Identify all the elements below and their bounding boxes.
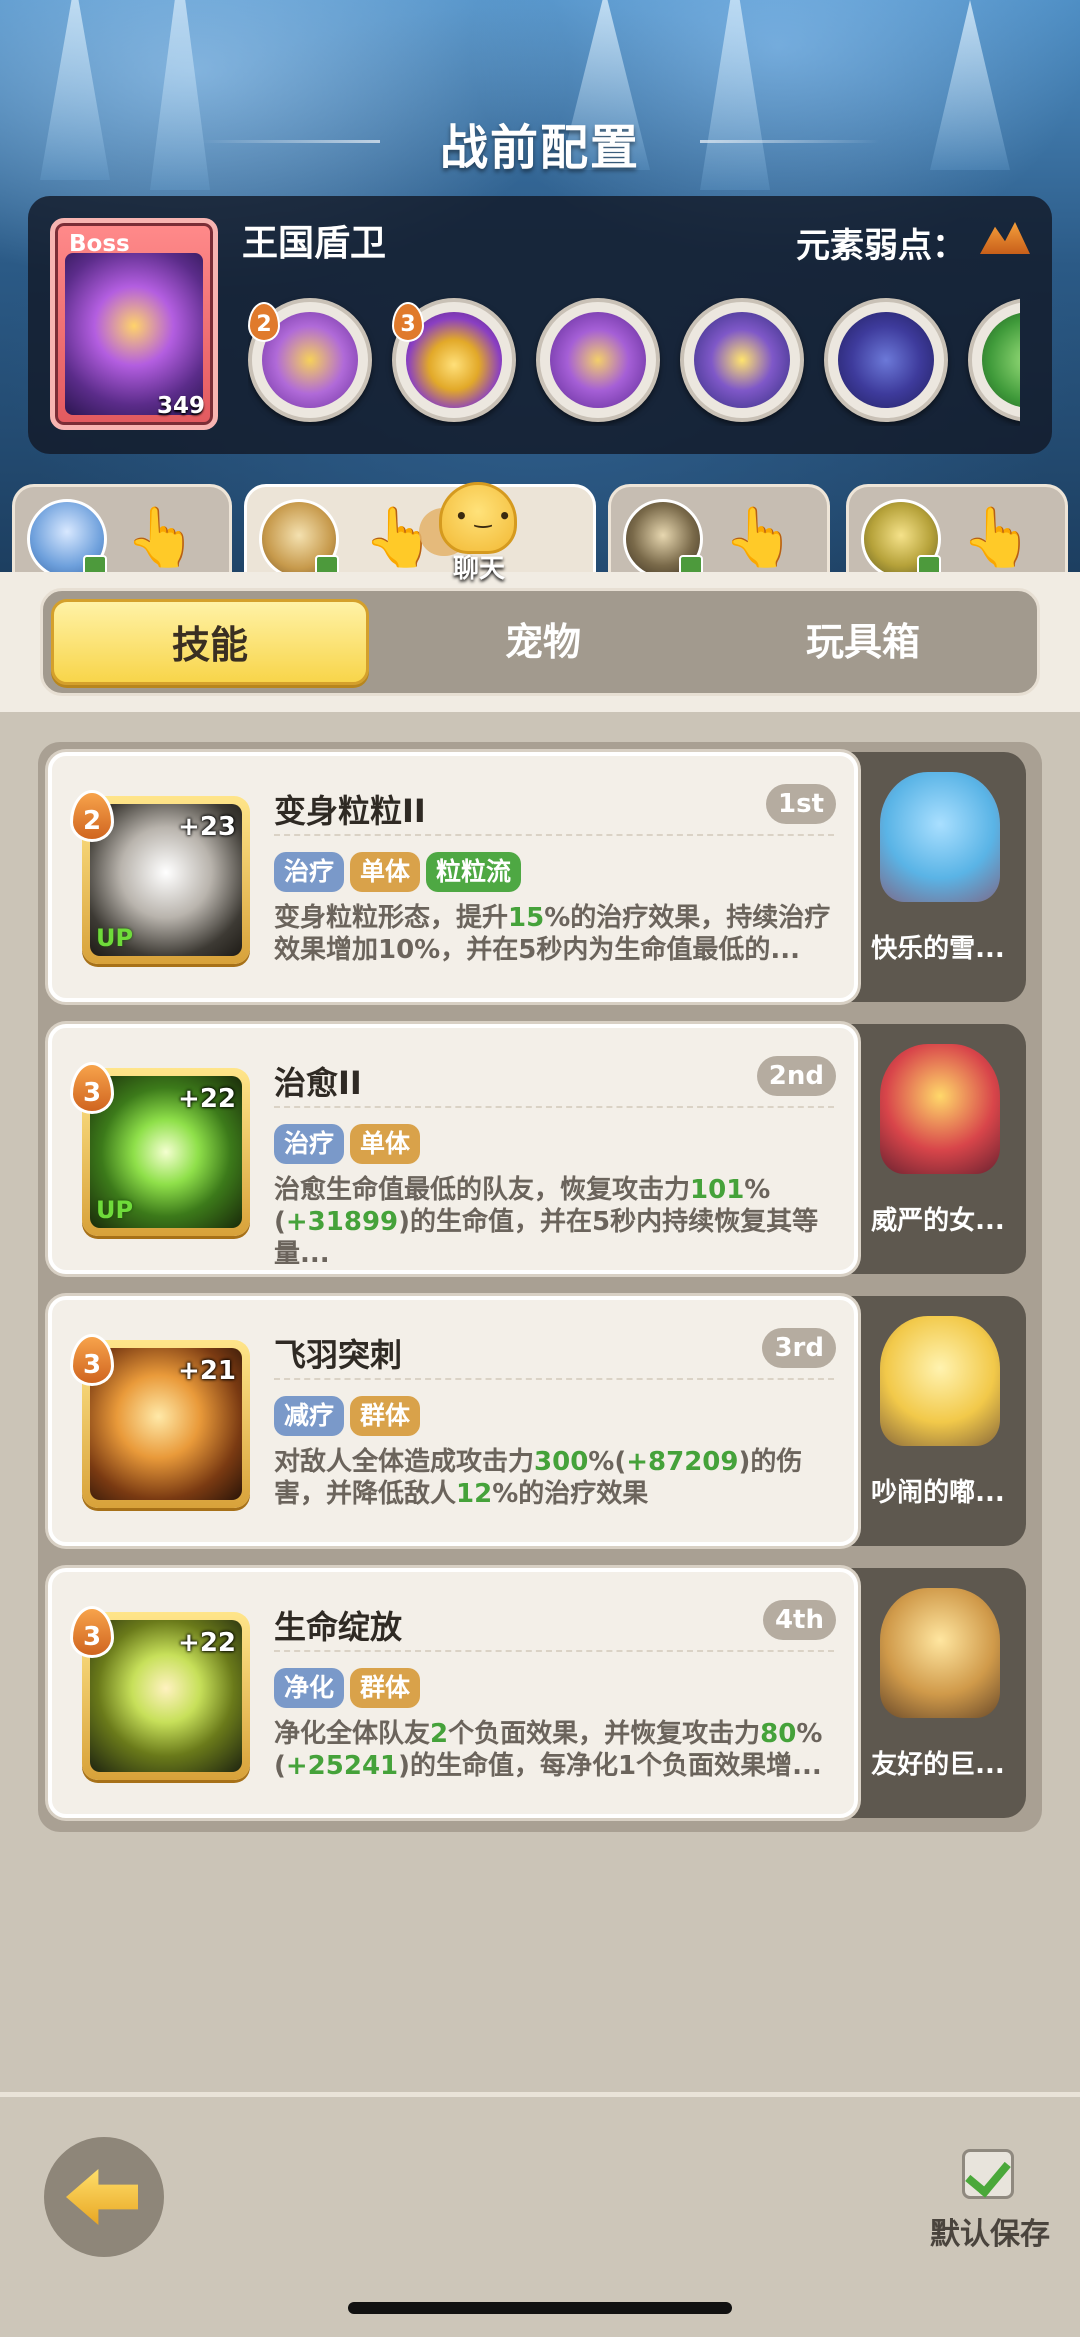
tag: 治疗 (274, 852, 345, 892)
mascot-face: • ‿ • (455, 504, 512, 528)
pet-portrait (880, 772, 1000, 902)
tag: 减疗 (274, 1396, 345, 1436)
party-slot-1[interactable]: 👆 (12, 484, 232, 584)
pet-slot[interactable]: 吵闹的嘟... (850, 1296, 1026, 1546)
tap-hand-icon: 👆 (961, 503, 1034, 571)
skill-card[interactable]: +23 UP 2 变身粒粒II 1st 治疗 单体 粒粒流 变身粒粒形态，提升15%… (48, 752, 858, 1002)
shadow-beast-skill-icon[interactable] (824, 298, 948, 422)
back-arrow-icon (66, 2169, 138, 2225)
default-save-checkbox[interactable] (962, 2149, 1014, 2199)
tab-skills[interactable]: 技能 (51, 599, 369, 685)
skill-level-badge: 2 (248, 302, 280, 342)
weakness-label: 元素弱点： (796, 226, 966, 266)
skill-title: 变身粒粒II (274, 792, 426, 830)
skill-card[interactable]: +21 3 飞羽突刺 3rd 减疗 群体 对敌人全体造成攻击力300%(+8720… (48, 1296, 858, 1546)
skill-count: +21 (178, 1356, 236, 1386)
boss-name: 王国盾卫 (242, 223, 387, 264)
golden-crown-skill-icon[interactable]: 3 (392, 298, 516, 422)
pet-slot[interactable]: 快乐的雪... (850, 752, 1026, 1002)
category-tabs: 技能 宠物 玩具箱 (40, 588, 1040, 696)
chat-button[interactable]: • ‿ • 聊天 (419, 482, 533, 584)
divider (274, 834, 834, 836)
skill-description: 对敌人全体造成攻击力300%(+87209)的伤害，并降低敌人12%的治疗效果 (274, 1447, 803, 1509)
party-slot-4[interactable]: 👆 (846, 484, 1068, 584)
tag: 净化 (274, 1668, 345, 1708)
winged-helm-skill-icon[interactable] (680, 298, 804, 422)
boss-tag: Boss (69, 231, 130, 257)
skill-level-badge: 3 (392, 302, 424, 342)
skill-rank: 3rd (762, 1328, 836, 1368)
green-skill-icon[interactable] (968, 298, 1020, 422)
golden-claw-skill-icon[interactable]: 2 (248, 298, 372, 422)
home-indicator (348, 2302, 732, 2314)
skill-description: 治愈生命值最低的队友，恢复攻击力101%(+31899)的生命值，并在5秒内持续… (274, 1175, 819, 1269)
tap-hand-icon: 👆 (723, 503, 796, 571)
skill-count: +23 (178, 812, 236, 842)
divider (274, 1378, 834, 1380)
pet-name: 快乐的雪... (871, 934, 1005, 964)
skill-rank: 1st (766, 784, 836, 824)
skill-card[interactable]: +22 3 生命绽放 4th 净化 群体 净化全体队友2个负面效果，并恢复攻击力8… (48, 1568, 858, 1818)
tag: 单体 (350, 852, 421, 892)
skill-tags: 减疗 群体 (274, 1396, 426, 1436)
bottom-bar: 默认保存 (0, 2092, 1080, 2337)
page-title: 战前配置 (439, 120, 640, 176)
boss-portrait[interactable]: Boss 349 (50, 218, 218, 430)
pet-portrait (880, 1044, 1000, 1174)
tag: 单体 (350, 1124, 421, 1164)
pet-slot[interactable]: 威严的女... (850, 1024, 1026, 1274)
tag: 群体 (350, 1668, 421, 1708)
party-tabs: 👆 👆 👆 👆 (0, 484, 1080, 584)
skill-title: 治愈II (274, 1064, 362, 1102)
tab-toybox[interactable]: 玩具箱 (703, 591, 1023, 693)
skill-title: 飞羽突刺 (274, 1336, 403, 1374)
skill-tags: 治疗 单体 (274, 1124, 426, 1164)
skill-count: +22 (178, 1628, 236, 1658)
chat-label: 聊天 (452, 554, 505, 584)
tag: 粒粒流 (426, 852, 522, 892)
boss-avatar (65, 253, 203, 415)
earth-element-icon (980, 222, 1030, 254)
divider (274, 1650, 834, 1652)
skill-card[interactable]: +22 UP 3 治愈II 2nd 治疗 单体 治愈生命值最低的队友，恢复攻击力1… (48, 1024, 858, 1274)
tag: 群体 (350, 1396, 421, 1436)
skill-description: 变身粒粒形态，提升15%的治疗效果，持续治疗效果增加10%，并在5秒内为生命值最… (274, 903, 831, 965)
shield-crest-skill-icon[interactable] (536, 298, 660, 422)
pet-name: 吵闹的嘟... (871, 1478, 1005, 1508)
tab-bar-area: 技能 宠物 玩具箱 (0, 572, 1080, 712)
tag: 治疗 (274, 1124, 345, 1164)
boss-level: 349 (156, 393, 205, 419)
divider (274, 1106, 834, 1108)
pet-name: 威严的女... (871, 1206, 1005, 1236)
skill-count: +22 (178, 1084, 236, 1114)
back-button[interactable] (44, 2137, 164, 2257)
default-save-label: 默认保存 (930, 2217, 1050, 2252)
config-panel: 技能 宠物 玩具箱 快乐的雪... +23 UP 2 变身粒粒II 1st 治疗… (0, 572, 1080, 2092)
skill-rank: 4th (762, 1600, 836, 1640)
boss-info-panel: Boss 349 王国盾卫 元素弱点： 2 3 (28, 196, 1052, 454)
upgrade-indicator: UP (96, 1196, 134, 1224)
pet-slot[interactable]: 友好的巨... (850, 1568, 1026, 1818)
tab-pets[interactable]: 宠物 (383, 591, 703, 693)
skill-tags: 治疗 单体 粒粒流 (274, 852, 527, 892)
skill-title: 生命绽放 (274, 1608, 403, 1646)
boss-skill-list: 2 3 (248, 296, 1020, 426)
pet-portrait (880, 1588, 1000, 1718)
skill-rank: 2nd (756, 1056, 836, 1096)
pet-portrait (880, 1316, 1000, 1446)
upgrade-indicator: UP (96, 924, 134, 952)
pet-name: 友好的巨... (871, 1750, 1005, 1780)
skill-description: 净化全体队友2个负面效果，并恢复攻击力80%(+25241)的生命值，每净化1个… (274, 1719, 823, 1781)
tap-hand-icon: 👆 (125, 503, 198, 571)
skill-tags: 净化 群体 (274, 1668, 426, 1708)
party-slot-3[interactable]: 👆 (608, 484, 830, 584)
